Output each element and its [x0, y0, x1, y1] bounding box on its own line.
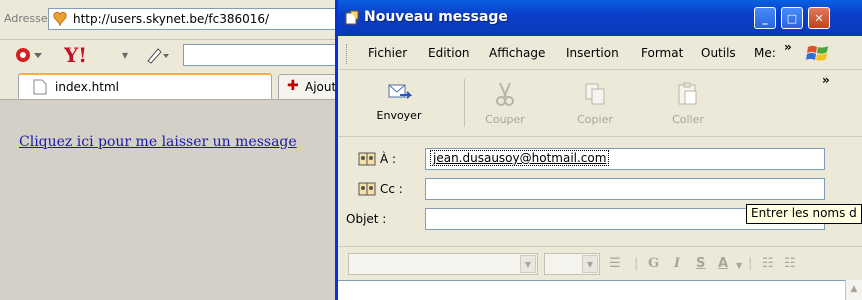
favorite-heart-icon	[53, 11, 67, 27]
menu-format[interactable]: Format	[641, 46, 683, 60]
cc-input[interactable]	[425, 178, 825, 200]
paste-icon	[678, 82, 697, 105]
address-tooltip: Entrer les noms d	[746, 204, 862, 224]
plus-icon: ✚	[287, 78, 299, 94]
font-size-select[interactable]: ▼	[544, 253, 600, 275]
to-row: À : jean.dusausoy@hotmail.com	[338, 146, 862, 172]
message-window-icon	[345, 10, 359, 25]
pencil-icon[interactable]	[145, 44, 169, 66]
menu-grip	[346, 44, 349, 64]
minimize-icon: _	[762, 11, 768, 25]
tab-add-label: Ajout	[305, 80, 337, 94]
send-label: Envoyer	[376, 109, 422, 122]
bullet-list-icon[interactable]: ☷	[784, 256, 796, 271]
close-button[interactable]: ✕	[808, 7, 830, 29]
title-bar[interactable]: Nouveau message _ □ ✕	[338, 0, 862, 36]
cc-label[interactable]: Cc :	[358, 182, 403, 196]
copy-label: Copier	[577, 113, 613, 126]
format-toolbar: ▼ ▼ ☰ | G I S A ▼ | ☷ ☷	[338, 246, 862, 280]
menu-more-chevron[interactable]: »	[784, 40, 792, 54]
maximize-button[interactable]: □	[781, 7, 803, 29]
url-text: http://users.skynet.be/fc386016/	[73, 12, 270, 26]
header-fields: À : jean.dusausoy@hotmail.com Cc : Objet…	[338, 138, 862, 246]
chevron-down-icon: ▼	[520, 255, 536, 273]
window-title: Nouveau message	[364, 9, 508, 25]
menu-affichage[interactable]: Affichage	[489, 46, 545, 60]
minimize-button[interactable]: _	[754, 7, 776, 29]
tab-label: index.html	[55, 80, 119, 94]
cut-button[interactable]: Couper	[468, 79, 542, 131]
message-toolbar: » Envoyer Couper Copier Coller	[338, 71, 862, 137]
menu-insertion[interactable]: Insertion	[566, 46, 619, 60]
cc-row: Cc :	[338, 176, 862, 202]
chevron-down-icon[interactable]: ▼	[736, 261, 742, 270]
address-book-icon	[358, 152, 376, 166]
to-recipient[interactable]: jean.dusausoy@hotmail.com	[430, 150, 610, 166]
copy-icon	[585, 83, 605, 105]
send-button[interactable]: Envoyer	[362, 79, 436, 131]
message-link[interactable]: Cliquez ici pour me laisser un message	[19, 134, 297, 150]
numbered-list-icon[interactable]: ☷	[762, 256, 774, 271]
page-icon	[33, 79, 47, 95]
format-separator: |	[748, 256, 753, 271]
address-input[interactable]: http://users.skynet.be/fc386016/	[48, 8, 338, 30]
menu-messages[interactable]: Me:	[754, 46, 776, 60]
underline-button[interactable]: S	[696, 256, 705, 271]
subject-label: Objet :	[346, 212, 387, 226]
scroll-up-icon[interactable]: ▲	[851, 284, 858, 294]
tab-index[interactable]: index.html	[18, 73, 272, 99]
cut-label: Couper	[485, 113, 525, 126]
to-label[interactable]: À :	[358, 152, 396, 166]
menu-outils[interactable]: Outils	[701, 46, 736, 60]
yahoo-logo-icon[interactable]: Y!	[64, 43, 87, 67]
text-color-button[interactable]: A	[718, 256, 728, 271]
menu-fichier[interactable]: Fichier	[368, 46, 407, 60]
address-label: Adresse	[4, 12, 48, 25]
message-body[interactable]	[338, 280, 845, 300]
send-icon	[388, 84, 412, 99]
dropdown-arrow-icon[interactable]: ▾	[122, 44, 128, 66]
toolbar-search-input[interactable]	[183, 44, 343, 66]
cc-label-text: Cc :	[380, 182, 403, 196]
to-label-text: À :	[380, 152, 397, 166]
new-message-window: Nouveau message _ □ ✕ Fichier Edition Af…	[335, 0, 862, 300]
to-input[interactable]: jean.dusausoy@hotmail.com	[425, 148, 825, 170]
cut-icon	[496, 82, 514, 106]
paste-label: Coller	[672, 113, 704, 126]
toolbar-separator	[464, 79, 465, 127]
maximize-icon: □	[786, 11, 798, 25]
body-scrollbar[interactable]: ▲	[845, 280, 862, 300]
menu-bar: Fichier Edition Affichage Insertion Form…	[338, 36, 862, 70]
italic-button[interactable]: I	[674, 256, 680, 271]
paragraph-style-icon[interactable]: ☰	[609, 256, 621, 271]
copy-button[interactable]: Copier	[558, 79, 632, 131]
menu-edition[interactable]: Edition	[428, 46, 470, 60]
search-engine-icon[interactable]	[14, 44, 44, 66]
windows-logo-icon	[806, 45, 828, 61]
format-separator: |	[634, 256, 639, 271]
toolbar-more-chevron[interactable]: »	[822, 73, 830, 87]
address-book-icon	[358, 182, 376, 196]
font-family-select[interactable]: ▼	[348, 253, 538, 275]
chevron-down-icon: ▼	[582, 255, 598, 273]
bold-button[interactable]: G	[648, 256, 659, 271]
paste-button[interactable]: Coller	[651, 79, 725, 131]
close-icon: ✕	[814, 11, 824, 25]
